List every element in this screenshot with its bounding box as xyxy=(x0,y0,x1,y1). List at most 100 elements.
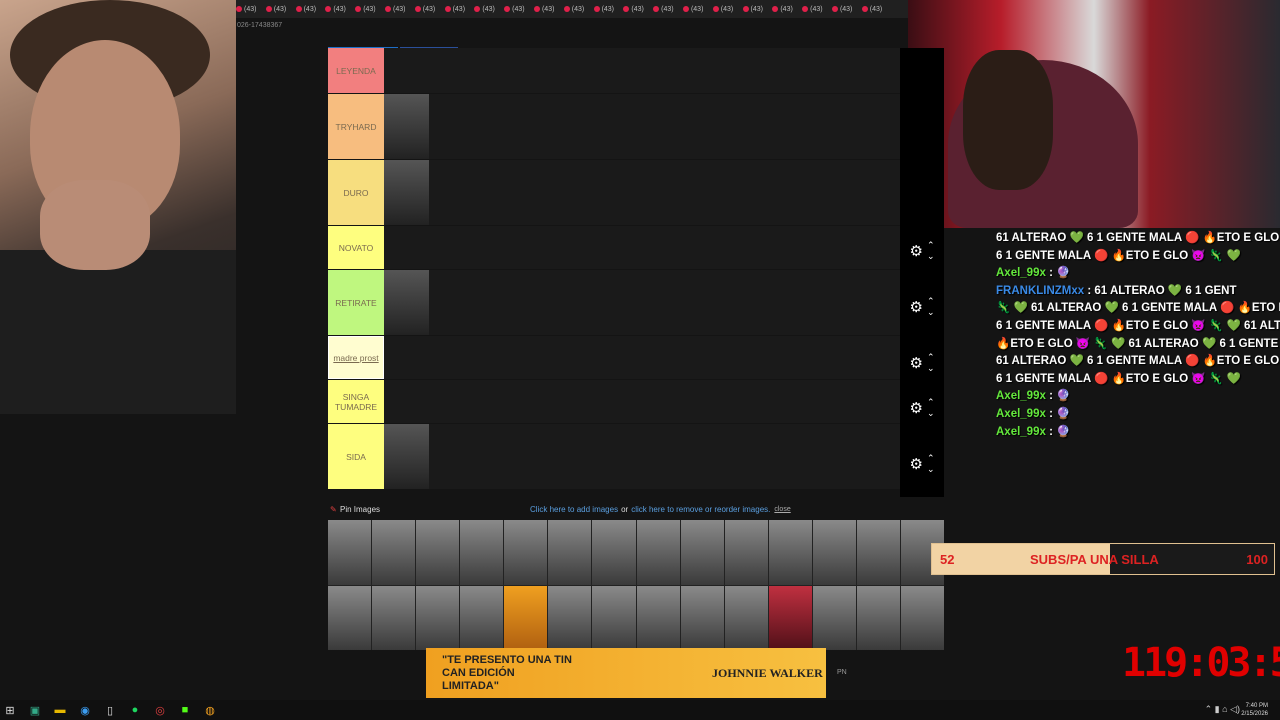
pool-image[interactable] xyxy=(416,585,460,650)
browser-tab[interactable]: (43) xyxy=(831,6,862,13)
browser-tab[interactable]: (43) xyxy=(772,6,802,13)
chevron-down-icon[interactable]: ⌄ xyxy=(927,307,935,318)
folder-icon[interactable]: ▬ xyxy=(50,700,70,720)
system-tray-icons[interactable]: ⌃ ▮ ⌂ ◁) xyxy=(1205,704,1240,715)
pool-image[interactable] xyxy=(724,585,768,650)
pool-image[interactable] xyxy=(724,520,768,585)
pool-image[interactable] xyxy=(856,520,900,585)
gear-icon[interactable]: ⚙ xyxy=(910,242,923,260)
browser-tab[interactable]: (43) xyxy=(742,6,773,13)
pool-image[interactable] xyxy=(592,585,636,650)
pool-image[interactable] xyxy=(856,585,900,650)
browser-tab[interactable]: (43) xyxy=(444,6,475,13)
pool-image[interactable] xyxy=(416,520,460,585)
tier-label[interactable]: DURO xyxy=(328,160,384,225)
browser-tab[interactable]: (43) xyxy=(533,6,564,13)
tier-items[interactable] xyxy=(384,270,900,335)
chevron-up-icon[interactable]: ⌃ xyxy=(927,352,935,363)
pool-image[interactable] xyxy=(636,520,680,585)
chevron-down-icon[interactable]: ⌄ xyxy=(927,251,935,262)
pool-image[interactable] xyxy=(372,520,416,585)
chrome-icon[interactable]: ◍ xyxy=(200,700,220,720)
tier-items[interactable] xyxy=(384,380,900,423)
browser-tab[interactable]: (43) xyxy=(593,6,624,13)
tier-items[interactable] xyxy=(384,424,900,489)
tier-item-image[interactable] xyxy=(384,94,429,159)
browser-tab[interactable]: (43) xyxy=(802,6,832,13)
tier-item-image[interactable] xyxy=(384,270,429,335)
pool-image[interactable] xyxy=(328,520,372,585)
windows-start-icon[interactable]: ⊞ xyxy=(0,700,20,720)
taskbar-clock[interactable]: 7:40 PM 2/15/2026 xyxy=(1241,702,1268,718)
tier-item-image[interactable] xyxy=(384,424,429,489)
browser-tab[interactable]: (43) xyxy=(355,6,385,13)
gear-icon[interactable]: ⚙ xyxy=(910,354,923,372)
file-icon[interactable]: ▯ xyxy=(100,700,120,720)
kick-icon[interactable]: ■ xyxy=(175,700,195,720)
browser-tab[interactable]: (43) xyxy=(623,6,653,13)
gear-icon[interactable]: ⚙ xyxy=(910,399,923,417)
browser-tab[interactable]: (43) xyxy=(265,6,296,13)
browser-tab[interactable]: (43) xyxy=(712,6,743,13)
chevron-down-icon[interactable]: ⌄ xyxy=(927,464,935,475)
pool-image[interactable] xyxy=(592,520,636,585)
pool-image[interactable] xyxy=(372,585,416,650)
tier-label[interactable]: TRYHARD xyxy=(328,94,384,159)
pin-icon[interactable]: ✎ xyxy=(330,505,337,514)
browser-tab[interactable]: (43) xyxy=(653,6,683,13)
pool-image[interactable] xyxy=(812,585,856,650)
browser-tab[interactable]: (43) xyxy=(861,6,892,13)
tier-items[interactable] xyxy=(384,48,900,93)
gear-icon[interactable]: ⚙ xyxy=(910,298,923,316)
tier-label[interactable]: SINGA TUMADRE xyxy=(328,380,384,423)
browser-tab[interactable]: (43) xyxy=(504,6,534,13)
tier-label[interactable]: RETIRATE xyxy=(328,270,384,335)
pool-image[interactable] xyxy=(812,520,856,585)
pool-image[interactable] xyxy=(680,585,724,650)
browser-tab[interactable]: (43) xyxy=(474,6,504,13)
pool-image[interactable] xyxy=(504,520,548,585)
pool-image[interactable] xyxy=(504,585,548,650)
ad-banner[interactable]: "TE PRESENTO UNA TIN CAN EDICIÓN LIMITAD… xyxy=(426,648,826,698)
close-link[interactable]: close xyxy=(774,506,790,513)
pool-image[interactable] xyxy=(548,585,592,650)
tier-label[interactable]: NOVATO xyxy=(328,226,384,269)
chevron-up-icon[interactable]: ⌃ xyxy=(927,453,935,464)
chevron-up-icon[interactable]: ⌃ xyxy=(927,397,935,408)
pool-image[interactable] xyxy=(460,585,504,650)
chevron-up-icon[interactable]: ⌃ xyxy=(927,296,935,307)
browser-tab[interactable]: (43) xyxy=(236,6,266,13)
pool-image[interactable] xyxy=(768,520,812,585)
chevron-down-icon[interactable]: ⌄ xyxy=(927,363,935,374)
pin-images-label[interactable]: Pin Images xyxy=(340,505,380,514)
browser-tab[interactable]: (43) xyxy=(563,6,594,13)
browser-tab[interactable]: (43) xyxy=(384,6,415,13)
tier-items[interactable] xyxy=(384,226,900,269)
chevron-down-icon[interactable]: ⌄ xyxy=(927,408,935,419)
terminal-icon[interactable]: ▣ xyxy=(25,700,45,720)
pool-image[interactable] xyxy=(548,520,592,585)
tier-items[interactable] xyxy=(384,160,900,225)
tier-label[interactable]: madre prost xyxy=(328,336,384,379)
browser-tab[interactable]: (43) xyxy=(414,6,445,13)
pool-image[interactable] xyxy=(636,585,680,650)
spotify-icon[interactable]: ● xyxy=(125,700,145,720)
browser-tab[interactable]: (43) xyxy=(325,6,355,13)
browser-tab[interactable]: (43) xyxy=(682,6,713,13)
tier-items[interactable] xyxy=(384,94,900,159)
tier-label[interactable]: LEYENDA xyxy=(328,48,384,93)
tier-items[interactable] xyxy=(384,336,900,379)
edge-browser-icon[interactable]: ◉ xyxy=(75,700,95,720)
tier-label[interactable]: SIDA xyxy=(328,424,384,489)
gear-icon[interactable]: ⚙ xyxy=(910,455,923,473)
tier-item-image[interactable] xyxy=(384,160,429,225)
add-images-link[interactable]: Click here to add images xyxy=(530,505,618,514)
pool-image[interactable] xyxy=(768,585,812,650)
pool-image[interactable] xyxy=(680,520,724,585)
browser-tab[interactable]: (43) xyxy=(295,6,326,13)
obs-icon[interactable]: ◎ xyxy=(150,700,170,720)
pool-image[interactable] xyxy=(460,520,504,585)
chevron-up-icon[interactable]: ⌃ xyxy=(927,240,935,251)
pool-image[interactable] xyxy=(900,585,944,650)
remove-images-link[interactable]: click here to remove or reorder images. xyxy=(631,505,770,514)
